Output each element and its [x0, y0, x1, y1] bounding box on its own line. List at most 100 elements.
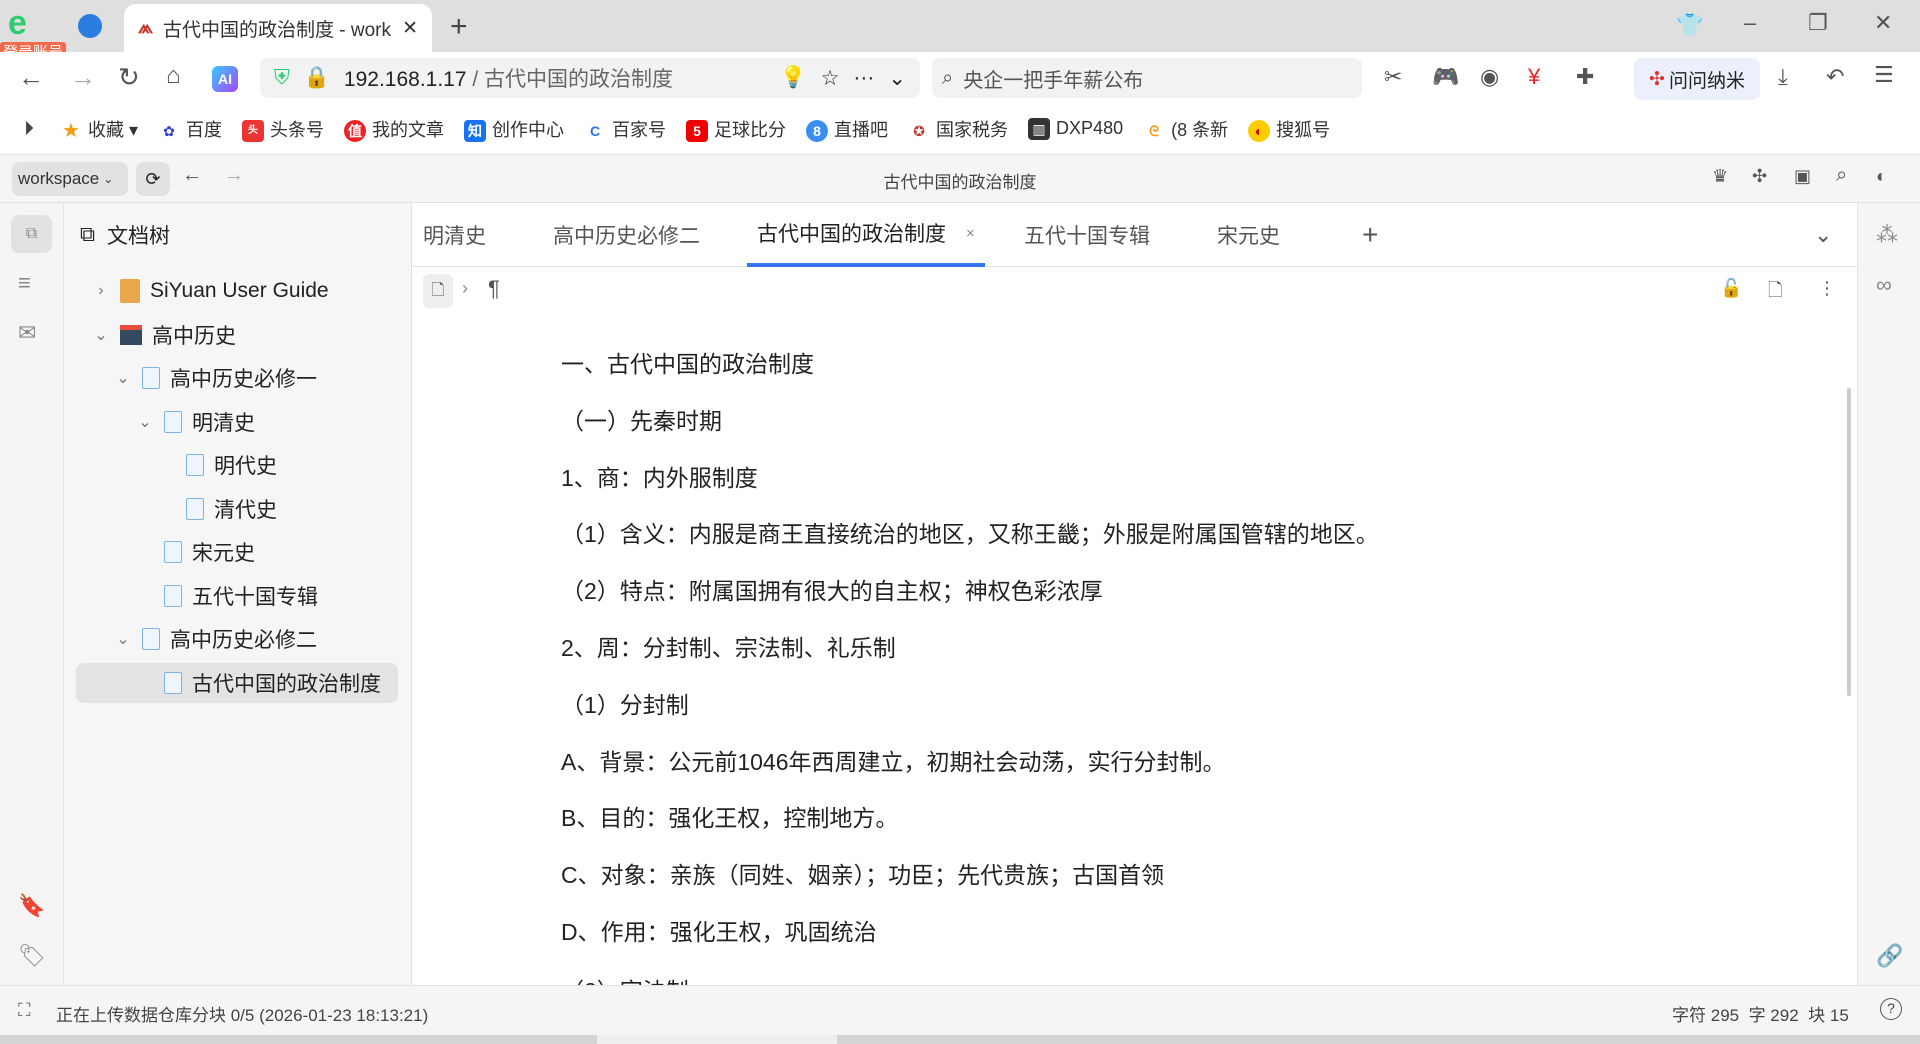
tag-icon[interactable]: 🏷: [18, 943, 46, 969]
download-icon[interactable]: ⤓: [1778, 64, 1788, 90]
crown-icon[interactable]: ♛: [1712, 166, 1728, 187]
game-icon[interactable]: 🎮: [1432, 64, 1459, 90]
tab-list-chevron-icon[interactable]: ⌄: [1814, 203, 1832, 267]
paragraph-block[interactable]: 2、周：分封制、宗法制、礼乐制: [561, 629, 896, 663]
tree-item[interactable]: › SiYuan User Guide: [82, 271, 329, 311]
paragraph-block[interactable]: 1、商：内外服制度: [561, 459, 758, 493]
unlock-icon[interactable]: 🔓: [1720, 278, 1742, 299]
paragraph-block[interactable]: （1）含义：内服是商王直接统治的地区，又称王畿；外服是附属国管辖的地区。: [561, 515, 1379, 549]
paragraph-block[interactable]: C、对象：亲族（同姓、姻亲）；功臣；先代贵族；古国首领: [561, 856, 1164, 890]
browser-logo-icon[interactable]: e: [8, 4, 48, 42]
chevron-icon[interactable]: ⌄: [114, 629, 132, 649]
bookmark-item[interactable]: 知创作中心: [464, 116, 564, 143]
extension-avatar-icon[interactable]: ◉: [1480, 64, 1499, 90]
back-icon[interactable]: ←: [18, 62, 44, 93]
restore-icon[interactable]: ❐: [1808, 10, 1828, 36]
close-tab-icon[interactable]: ✕: [402, 17, 418, 40]
ask-nami-button[interactable]: ✣ 问问纳米: [1634, 58, 1760, 100]
bulb-icon[interactable]: 💡: [780, 66, 806, 90]
outline-icon[interactable]: ≡: [18, 270, 31, 296]
bookmark-item[interactable]: ✪ 国家税务: [908, 116, 1008, 142]
chevron-icon[interactable]: ›: [92, 282, 110, 300]
help-icon[interactable]: ?: [1880, 998, 1902, 1020]
back-icon[interactable]: ←: [182, 164, 202, 187]
editor-scrollbar[interactable]: [1847, 388, 1851, 696]
tab-active[interactable]: 古代中国的政治制度 ×: [747, 203, 985, 267]
tree-item[interactable]: 明代史: [82, 445, 277, 485]
paragraph-block[interactable]: （2）特点：附属国拥有很大的自主权；神权色彩浓厚: [561, 572, 1103, 606]
reload-icon[interactable]: ↻: [118, 62, 140, 93]
doc-breadcrumb-icon[interactable]: 🗋: [423, 274, 453, 308]
tree-item[interactable]: 宋元史: [82, 532, 255, 572]
tree-item[interactable]: ⌄ 高中历史必修一: [82, 358, 317, 398]
bookmark-item[interactable]: 5 足球比分: [686, 116, 786, 143]
bookmark-item[interactable]: ★ 收藏 ▾: [60, 116, 138, 142]
graph-icon[interactable]: ⁂: [1876, 222, 1898, 248]
theme-icon[interactable]: ◐: [1876, 166, 1887, 187]
home-icon[interactable]: ⌂: [166, 62, 181, 90]
tab-mingqingshi[interactable]: 明清史: [423, 203, 486, 267]
bookmark-item[interactable]: 值我的文章: [344, 116, 444, 143]
bookmark-item[interactable]: ᘓ (8 条新: [1143, 116, 1228, 142]
chevron-icon[interactable]: ⌄: [136, 412, 154, 432]
paragraph-block[interactable]: （1）分封制: [561, 686, 689, 720]
bookmark-item[interactable]: 头头条号: [242, 116, 324, 143]
paragraph-block[interactable]: D、作用：强化王权，巩固统治: [561, 913, 877, 947]
star-icon[interactable]: ☆: [821, 66, 840, 91]
yen-icon[interactable]: ¥: [1528, 64, 1540, 90]
browser-tab-active[interactable]: ⩕ 古代中国的政治制度 - work ✕: [124, 4, 432, 52]
tab-songyuan[interactable]: 宋元史: [1217, 203, 1280, 267]
inbox-icon[interactable]: ✉: [18, 320, 36, 346]
chevron-down-icon[interactable]: ⌄: [888, 66, 906, 91]
tree-item[interactable]: ⌄ 高中历史必修二: [82, 619, 317, 659]
chevron-icon[interactable]: ⌄: [92, 325, 110, 345]
tree-item[interactable]: ⌄ 高中历史: [82, 315, 236, 355]
doc-icon[interactable]: 🗋: [1768, 278, 1782, 308]
workspace-select[interactable]: workspace ⌄: [12, 162, 128, 196]
forward-icon[interactable]: →: [224, 164, 244, 187]
tab-bixiu-er[interactable]: 高中历史必修二: [553, 203, 700, 267]
paragraph-block[interactable]: （一）先秦时期: [561, 402, 722, 436]
file-tree-icon[interactable]: ⧉: [11, 215, 52, 253]
new-tab-icon[interactable]: +: [450, 10, 468, 44]
sync-icon[interactable]: ⟳: [136, 162, 170, 196]
paragraph-icon[interactable]: ¶: [488, 276, 500, 302]
bookmark-item[interactable]: ◐ 搜狐号: [1248, 116, 1330, 143]
chevron-icon[interactable]: ⌄: [114, 368, 132, 388]
telegram-tab-icon[interactable]: [78, 14, 102, 38]
close-window-icon[interactable]: ✕: [1874, 10, 1892, 36]
tree-item[interactable]: ⌄ 明清史: [82, 402, 255, 442]
more-icon[interactable]: ···: [853, 66, 874, 90]
paragraph-block[interactable]: 一、古代中国的政治制度: [561, 345, 814, 379]
undo-icon[interactable]: ↶: [1826, 64, 1844, 90]
ai-icon[interactable]: AI: [212, 66, 238, 92]
sidebar-toggle-icon[interactable]: ⏵: [24, 118, 34, 141]
terminal-icon[interactable]: ▣: [1794, 166, 1811, 187]
add-tab-icon[interactable]: +: [1362, 203, 1378, 267]
minimize-icon[interactable]: –: [1744, 10, 1756, 36]
paragraph-block[interactable]: A、背景：公元前1046年西周建立，初期社会动荡，实行分封制。: [561, 743, 1226, 777]
scissors-icon[interactable]: ✂: [1384, 64, 1402, 90]
tree-item[interactable]: 古代中国的政治制度: [76, 662, 398, 703]
forward-icon[interactable]: →: [70, 62, 96, 93]
skin-icon[interactable]: 👕: [1676, 12, 1703, 38]
puzzle-icon[interactable]: ✚: [1576, 64, 1594, 90]
tab-wudai[interactable]: 五代十国专辑: [1024, 203, 1150, 267]
bookmark-item[interactable]: ▥ DXP480: [1028, 118, 1123, 141]
plugin-icon[interactable]: ✣: [1752, 166, 1767, 187]
bookmark-item[interactable]: 8 直播吧: [806, 116, 888, 143]
global-graph-icon[interactable]: ∞: [1876, 272, 1892, 298]
more-vertical-icon[interactable]: ⋮: [1818, 278, 1836, 299]
menu-icon[interactable]: ☰: [1874, 62, 1894, 88]
tree-item[interactable]: 五代十国专辑: [82, 576, 318, 616]
backlink-icon[interactable]: 🔗: [1876, 943, 1903, 969]
bookmark-item[interactable]: C 百家号: [584, 116, 666, 142]
tree-item[interactable]: 清代史: [82, 489, 277, 529]
url-field[interactable]: ⛨ 🔒 192.168.1.17 / 古代中国的政治制度 💡 ☆ ··· ⌄: [260, 58, 920, 98]
close-tab-icon[interactable]: ×: [966, 225, 975, 242]
dock-toggle-icon[interactable]: ⛶: [18, 1000, 31, 1021]
paragraph-block[interactable]: B、目的：强化王权，控制地方。: [561, 799, 898, 833]
search-input[interactable]: ⌕ 央企一把手年薪公布: [932, 58, 1362, 98]
search-icon[interactable]: ⌕: [1836, 164, 1847, 187]
bookmark-icon[interactable]: 🔖: [18, 893, 45, 919]
